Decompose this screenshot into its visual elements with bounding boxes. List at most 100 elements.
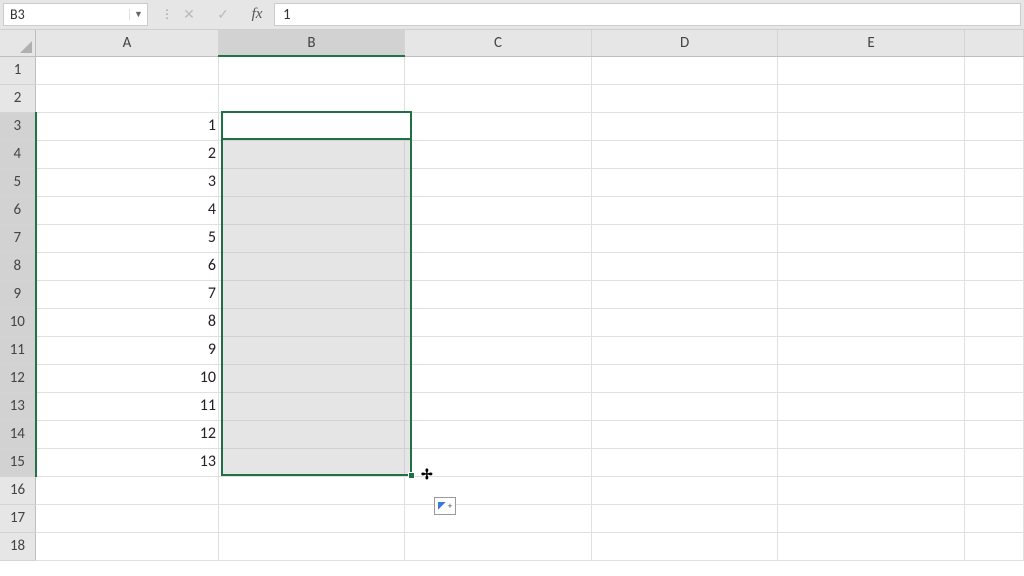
row-header[interactable]: 11 (0, 336, 36, 364)
cell[interactable] (36, 476, 219, 504)
cell[interactable] (964, 140, 1023, 168)
cell[interactable] (778, 364, 965, 392)
cell[interactable] (405, 196, 592, 224)
cell[interactable] (964, 392, 1023, 420)
cell[interactable] (964, 224, 1023, 252)
cell[interactable] (591, 252, 778, 280)
cell[interactable] (405, 280, 592, 308)
cell[interactable] (36, 56, 219, 84)
cell[interactable] (218, 476, 405, 504)
cell[interactable] (778, 280, 965, 308)
cell[interactable] (964, 168, 1023, 196)
cell-B8[interactable] (218, 252, 405, 280)
cell[interactable] (218, 56, 405, 84)
cell[interactable] (36, 532, 219, 560)
cell[interactable] (591, 364, 778, 392)
cell[interactable] (778, 56, 965, 84)
row-header[interactable]: 1 (0, 56, 36, 84)
cell[interactable] (591, 476, 778, 504)
cell[interactable] (36, 252, 219, 280)
cell[interactable] (405, 140, 592, 168)
cell[interactable] (778, 336, 965, 364)
fill-handle[interactable] (408, 472, 415, 479)
cell-B5[interactable] (218, 168, 405, 196)
cell[interactable] (778, 224, 965, 252)
column-header-D[interactable]: D (591, 30, 778, 56)
column-header-E[interactable]: E (778, 30, 965, 56)
cell[interactable] (778, 476, 965, 504)
row-header[interactable]: 2 (0, 84, 36, 112)
cell-B3[interactable] (218, 112, 405, 140)
cell[interactable] (778, 504, 965, 532)
cell[interactable] (964, 84, 1023, 112)
cell[interactable] (964, 112, 1023, 140)
cell[interactable] (218, 504, 405, 532)
row-header[interactable]: 8 (0, 252, 36, 280)
cell-B7[interactable] (218, 224, 405, 252)
cell[interactable] (405, 308, 592, 336)
cell[interactable] (778, 196, 965, 224)
cell[interactable] (405, 504, 592, 532)
formula-input[interactable]: 1 (274, 3, 1021, 26)
cell-B12[interactable] (218, 364, 405, 392)
row-header[interactable]: 18 (0, 532, 36, 560)
row-header[interactable]: 6 (0, 196, 36, 224)
cell[interactable] (591, 280, 778, 308)
cell[interactable] (964, 504, 1023, 532)
cell[interactable] (36, 280, 219, 308)
cell[interactable] (36, 504, 219, 532)
cell[interactable] (591, 196, 778, 224)
cell[interactable] (36, 224, 219, 252)
cell[interactable] (591, 140, 778, 168)
cell[interactable] (405, 448, 592, 476)
cell-B14[interactable] (218, 420, 405, 448)
select-all-corner[interactable] (0, 30, 36, 56)
cell[interactable] (36, 336, 219, 364)
cell-B6[interactable] (218, 196, 405, 224)
cell[interactable] (964, 532, 1023, 560)
row-header[interactable]: 12 (0, 364, 36, 392)
cell-B15[interactable] (218, 448, 405, 476)
cell[interactable] (36, 420, 219, 448)
insert-function-button[interactable]: fx (240, 0, 274, 29)
cell[interactable] (36, 448, 219, 476)
cell[interactable] (591, 336, 778, 364)
cell[interactable] (36, 168, 219, 196)
cell[interactable] (405, 532, 592, 560)
cell[interactable] (36, 112, 219, 140)
cell[interactable] (964, 56, 1023, 84)
cell-B10[interactable] (218, 308, 405, 336)
cell[interactable] (591, 532, 778, 560)
cell[interactable] (218, 84, 405, 112)
cell[interactable] (964, 420, 1023, 448)
cell[interactable] (778, 112, 965, 140)
row-header[interactable]: 7 (0, 224, 36, 252)
cell[interactable] (778, 392, 965, 420)
cell[interactable] (405, 392, 592, 420)
cell[interactable] (964, 364, 1023, 392)
chevron-down-icon[interactable]: ▼ (129, 9, 147, 20)
cell[interactable] (405, 224, 592, 252)
cell[interactable] (36, 84, 219, 112)
cell[interactable] (591, 168, 778, 196)
autofill-options-button[interactable]: + (434, 497, 456, 515)
row-header[interactable]: 17 (0, 504, 36, 532)
cell-B9[interactable] (218, 280, 405, 308)
row-header[interactable]: 3 (0, 112, 36, 140)
cell[interactable] (964, 252, 1023, 280)
cell[interactable] (778, 84, 965, 112)
column-header-A[interactable]: A (36, 30, 219, 56)
cell[interactable] (964, 476, 1023, 504)
cell[interactable] (964, 308, 1023, 336)
cell[interactable] (591, 56, 778, 84)
row-header[interactable]: 14 (0, 420, 36, 448)
cell[interactable] (36, 196, 219, 224)
cell[interactable] (405, 56, 592, 84)
row-header[interactable]: 13 (0, 392, 36, 420)
cell[interactable] (591, 504, 778, 532)
cell[interactable] (778, 140, 965, 168)
column-header-C[interactable]: C (405, 30, 592, 56)
cell[interactable] (405, 84, 592, 112)
cell[interactable] (778, 532, 965, 560)
cell[interactable] (778, 420, 965, 448)
